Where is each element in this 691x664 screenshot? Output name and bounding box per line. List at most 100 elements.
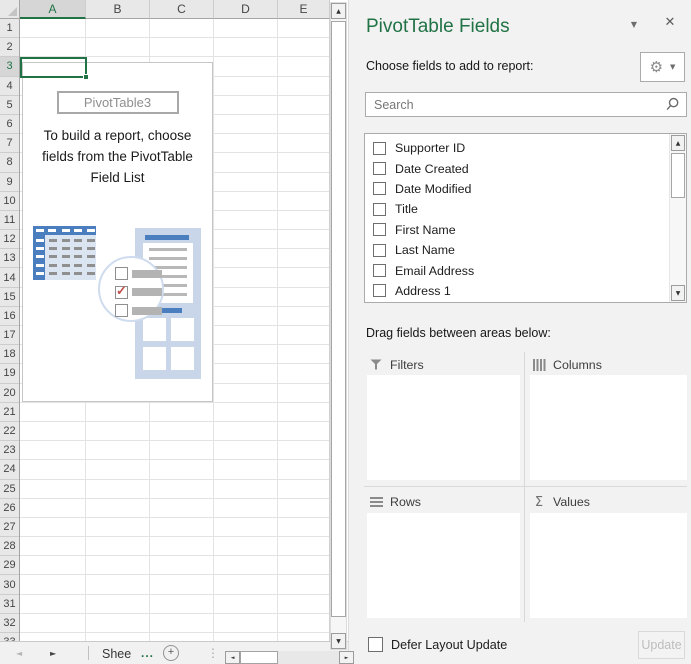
fill-handle[interactable]: [83, 74, 89, 80]
grid-row: [20, 480, 329, 499]
vertical-scrollbar[interactable]: [330, 2, 347, 650]
area-header: Values: [530, 491, 687, 512]
defer-layout-checkbox[interactable]: [368, 637, 383, 652]
grid-row: [20, 19, 329, 38]
row-header-3[interactable]: 3: [0, 57, 19, 76]
field-checkbox[interactable]: [373, 162, 386, 175]
field-checkbox[interactable]: [373, 284, 386, 297]
row-header-12[interactable]: 12: [0, 230, 19, 249]
update-button[interactable]: Update: [638, 631, 685, 659]
row-header-17[interactable]: 17: [0, 326, 19, 345]
row-header-30[interactable]: 30: [0, 575, 19, 594]
filters-drop-zone[interactable]: [367, 375, 520, 480]
tab-splitter-handle[interactable]: ⋮: [207, 646, 219, 660]
column-header-d[interactable]: D: [214, 0, 278, 19]
magnifier-icon: [665, 97, 680, 112]
row-header-23[interactable]: 23: [0, 441, 19, 460]
field-checkbox[interactable]: [373, 182, 386, 195]
select-all-button[interactable]: [0, 0, 20, 19]
grid-column-line: [213, 19, 214, 641]
field-checkbox[interactable]: [373, 203, 386, 216]
horizontal-scrollbar[interactable]: [225, 651, 354, 664]
funnel-icon: [369, 359, 383, 370]
row-header-20[interactable]: 20: [0, 384, 19, 403]
sheet-overflow-ellipsis[interactable]: ...: [141, 646, 154, 660]
add-sheet-button[interactable]: +: [163, 645, 179, 661]
row-header-16[interactable]: 16: [0, 307, 19, 326]
row-header-19[interactable]: 19: [0, 364, 19, 383]
column-header-e[interactable]: E: [278, 0, 330, 19]
search-input[interactable]: [366, 98, 665, 112]
field-item-email-address[interactable]: Email Address: [365, 260, 686, 280]
grid-row: [20, 441, 329, 460]
row-header-11[interactable]: 11: [0, 211, 19, 230]
row-header-4[interactable]: 4: [0, 77, 19, 96]
row-header-28[interactable]: 28: [0, 537, 19, 556]
horizontal-scroll-thumb[interactable]: [240, 651, 278, 664]
rows-icon: [369, 497, 383, 507]
field-item-last-name[interactable]: Last Name: [365, 240, 686, 260]
row-header-32[interactable]: 32: [0, 614, 19, 633]
grid-row: [20, 499, 329, 518]
row-header-18[interactable]: 18: [0, 345, 19, 364]
next-sheet-icon[interactable]: [50, 649, 56, 658]
row-header-9[interactable]: 9: [0, 173, 19, 192]
chevron-down-icon[interactable]: ▼: [621, 20, 647, 38]
row-headers: 1234567891011121314151617181920212223242…: [0, 19, 20, 641]
field-settings-button[interactable]: ⚙ ▼: [640, 52, 685, 82]
row-header-33[interactable]: 33: [0, 633, 19, 641]
grid-row: [20, 595, 329, 614]
row-header-25[interactable]: 25: [0, 480, 19, 499]
close-icon[interactable]: ✕: [657, 15, 683, 35]
row-header-14[interactable]: 14: [0, 268, 19, 287]
selected-cell[interactable]: [20, 57, 87, 78]
row-header-8[interactable]: 8: [0, 153, 19, 172]
sheet-tab[interactable]: Shee: [102, 647, 131, 661]
row-header-27[interactable]: 27: [0, 518, 19, 537]
field-item-supporter-id[interactable]: Supporter ID: [365, 138, 686, 158]
scroll-up-button[interactable]: [331, 3, 346, 19]
field-checkbox[interactable]: [373, 223, 386, 236]
grid-row: [20, 460, 329, 479]
row-header-24[interactable]: 24: [0, 460, 19, 479]
row-header-26[interactable]: 26: [0, 499, 19, 518]
field-item-title[interactable]: Title: [365, 199, 686, 219]
column-header-b[interactable]: B: [86, 0, 150, 19]
field-checkbox[interactable]: [373, 142, 386, 155]
row-header-6[interactable]: 6: [0, 115, 19, 134]
scroll-right-button[interactable]: [339, 651, 354, 664]
column-header-a[interactable]: A: [20, 0, 86, 19]
row-header-21[interactable]: 21: [0, 403, 19, 422]
column-header-c[interactable]: C: [150, 0, 214, 19]
row-header-13[interactable]: 13: [0, 249, 19, 268]
vertical-scroll-thumb[interactable]: [331, 21, 346, 617]
row-header-5[interactable]: 5: [0, 96, 19, 115]
row-header-31[interactable]: 31: [0, 595, 19, 614]
row-header-10[interactable]: 10: [0, 192, 19, 211]
field-item-date-modified[interactable]: Date Modified: [365, 179, 686, 199]
row-header-15[interactable]: 15: [0, 288, 19, 307]
row-header-22[interactable]: 22: [0, 422, 19, 441]
row-header-29[interactable]: 29: [0, 556, 19, 575]
row-header-7[interactable]: 7: [0, 134, 19, 153]
field-item-date-created[interactable]: Date Created: [365, 158, 686, 178]
rows-drop-zone[interactable]: [367, 513, 520, 618]
columns-drop-zone[interactable]: [530, 375, 687, 480]
scroll-up-button[interactable]: [671, 135, 685, 151]
scroll-down-button[interactable]: [331, 633, 346, 649]
field-checkbox[interactable]: [373, 264, 386, 277]
area-label: Columns: [553, 358, 602, 372]
graphic-checkbox: [115, 267, 128, 280]
values-drop-zone[interactable]: [530, 513, 687, 618]
prev-sheet-icon[interactable]: [16, 649, 22, 658]
row-header-2[interactable]: 2: [0, 38, 19, 57]
field-list-scrollbar[interactable]: [669, 134, 686, 302]
row-header-1[interactable]: 1: [0, 19, 19, 38]
list-scroll-thumb[interactable]: [671, 153, 685, 198]
field-list[interactable]: Supporter IDDate CreatedDate ModifiedTit…: [364, 133, 687, 303]
field-checkbox[interactable]: [373, 244, 386, 257]
scroll-down-button[interactable]: [671, 285, 685, 301]
scroll-left-button[interactable]: [225, 651, 240, 664]
field-item-first-name[interactable]: First Name: [365, 220, 686, 240]
field-item-address-1[interactable]: Address 1: [365, 281, 686, 301]
